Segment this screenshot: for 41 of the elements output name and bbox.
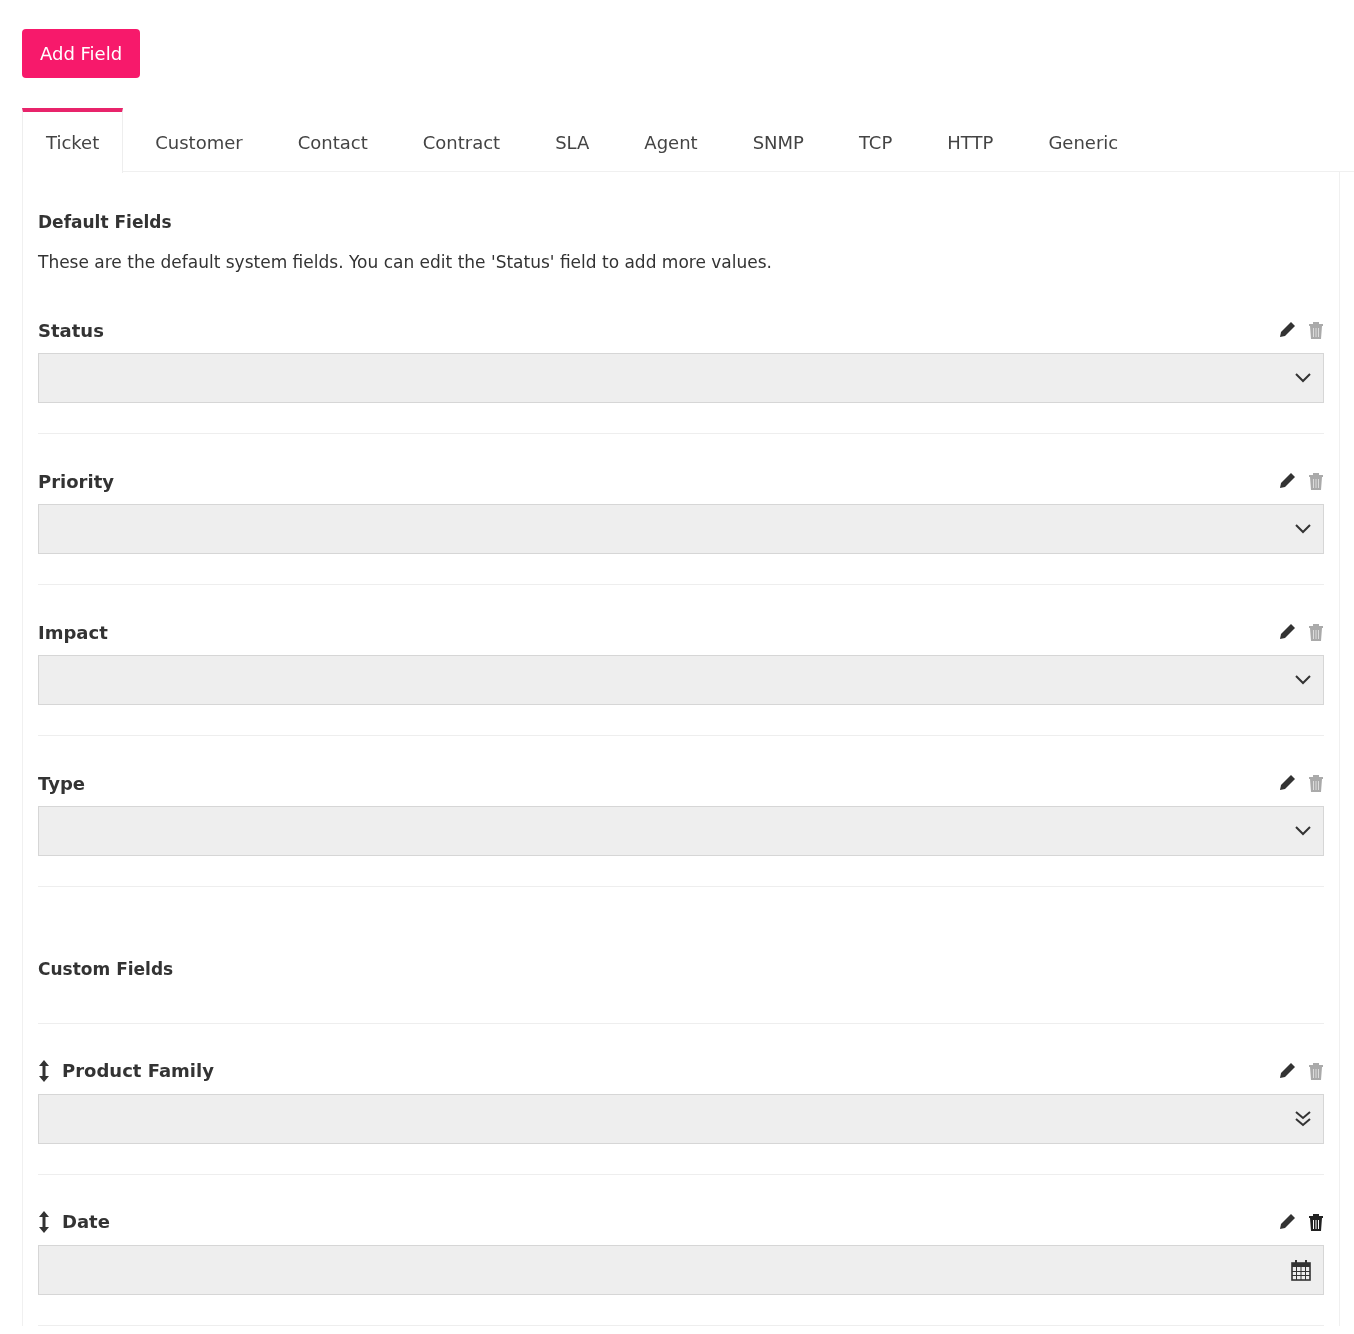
select-field[interactable] bbox=[38, 1093, 1324, 1144]
select-field[interactable] bbox=[38, 504, 1324, 554]
pencil-icon[interactable] bbox=[1278, 623, 1296, 641]
field-label: Date bbox=[62, 1210, 110, 1234]
trash-icon[interactable] bbox=[1308, 1212, 1324, 1231]
field-label: Type bbox=[38, 771, 85, 796]
tab[interactable]: Customer bbox=[132, 108, 266, 172]
pencil-icon[interactable] bbox=[1278, 472, 1296, 490]
section-description: These are the default system fields. You can edit the 'Status' field to add more values. bbox=[38, 250, 773, 274]
pencil-icon[interactable] bbox=[1278, 1212, 1296, 1231]
tab[interactable]: TCP bbox=[835, 108, 916, 172]
pencil-icon[interactable] bbox=[1278, 774, 1296, 792]
tab[interactable]: Contract bbox=[399, 108, 524, 172]
select-field[interactable] bbox=[38, 353, 1324, 403]
tab[interactable]: Generic bbox=[1025, 108, 1142, 172]
tab[interactable]: Ticket bbox=[22, 108, 124, 173]
add-field-button[interactable]: Add Field bbox=[22, 29, 141, 78]
tab[interactable]: SLA bbox=[532, 108, 613, 172]
pencil-icon[interactable] bbox=[1278, 1061, 1296, 1080]
date-field[interactable] bbox=[38, 1244, 1324, 1295]
chevron-down-icon bbox=[1295, 675, 1311, 685]
select-field[interactable] bbox=[38, 655, 1324, 705]
tab[interactable]: HTTP bbox=[924, 108, 1017, 172]
double-chevron-icon bbox=[1295, 1110, 1311, 1127]
field-label: Priority bbox=[38, 469, 114, 494]
calendar-icon bbox=[1291, 1258, 1311, 1281]
field-label: Product Family bbox=[62, 1059, 214, 1083]
tab[interactable]: Contact bbox=[274, 108, 391, 172]
chevron-down-icon bbox=[1295, 524, 1311, 534]
vertical-arrows-icon[interactable] bbox=[38, 1059, 50, 1082]
pencil-icon[interactable] bbox=[1278, 321, 1296, 339]
chevron-down-icon bbox=[1295, 826, 1311, 836]
chevron-down-icon bbox=[1295, 373, 1311, 383]
vertical-arrows-icon[interactable] bbox=[38, 1210, 50, 1233]
tab[interactable]: Agent bbox=[621, 108, 721, 172]
section-title: Default Fields bbox=[38, 211, 173, 234]
tab[interactable]: SNMP bbox=[729, 108, 827, 172]
select-field[interactable] bbox=[38, 806, 1324, 856]
field-label: Impact bbox=[38, 620, 108, 645]
field-label: Status bbox=[38, 318, 104, 343]
section-title: Custom Fields bbox=[38, 958, 175, 981]
